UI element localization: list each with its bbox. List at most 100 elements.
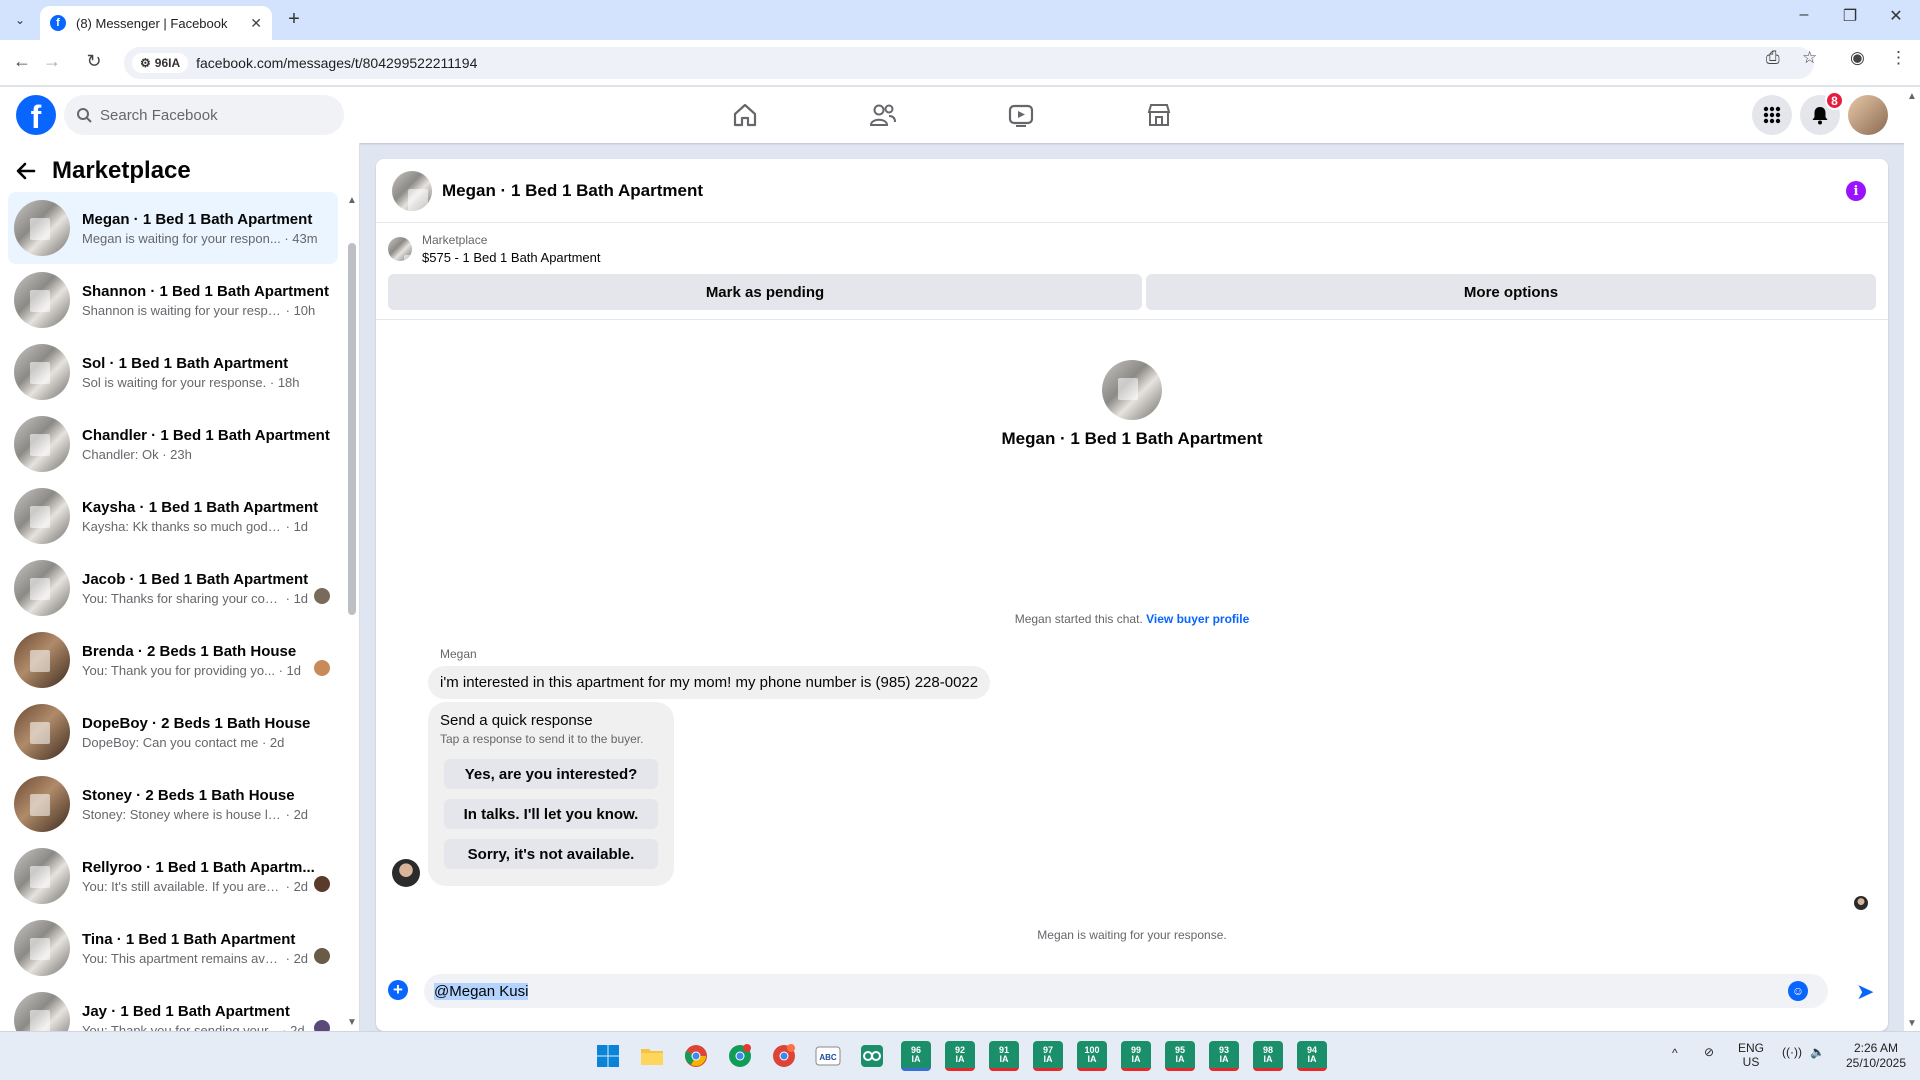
search-input[interactable]: Search Facebook	[64, 95, 344, 135]
clock[interactable]: 2:26 AM 25/10/2025	[1836, 1041, 1916, 1071]
mark-as-pending-button[interactable]: Mark as pending	[388, 274, 1142, 310]
taskbar-app-97ia[interactable]: 97 IA	[1033, 1041, 1063, 1071]
browser-menu-icon[interactable]: ⋮	[1890, 48, 1907, 68]
conversation-item[interactable]: Stoney · 2 Beds 1 Bath House Stoney: Sto…	[8, 768, 338, 840]
page-scrollbar[interactable]: ▲ ▼	[1904, 87, 1920, 1031]
account-avatar[interactable]	[1848, 95, 1888, 135]
conversation-item[interactable]: Brenda · 2 Beds 1 Bath House You: Thank …	[8, 624, 338, 696]
chrome-profile-icon[interactable]	[725, 1041, 755, 1071]
taskbar-app-100ia[interactable]: 100 IA	[1077, 1041, 1107, 1071]
video-icon[interactable]	[1005, 99, 1037, 131]
back-button[interactable]: ←	[10, 51, 34, 72]
minimize-button[interactable]: –	[1782, 6, 1826, 24]
seen-avatar	[314, 876, 330, 892]
conversation-item[interactable]: Megan · 1 Bed 1 Bath Apartment Megan is …	[8, 192, 338, 264]
notification-off-icon[interactable]: ⊘	[1704, 1045, 1714, 1059]
seen-avatar	[314, 1020, 330, 1031]
sender-avatar[interactable]	[392, 859, 420, 887]
app-icon[interactable]	[857, 1041, 887, 1071]
install-app-icon[interactable]: ⎙	[1766, 48, 1780, 68]
taskbar-app-94ia[interactable]: 94 IA	[1297, 1041, 1327, 1071]
conversation-title: Rellyroo · 1 Bed 1 Bath Apartm...	[82, 858, 315, 876]
listing-thumbnail	[14, 632, 70, 688]
windows-start-icon[interactable]	[593, 1041, 623, 1071]
browser-tab[interactable]: f (8) Messenger | Facebook ✕	[40, 6, 272, 40]
taskbar-app-96ia[interactable]: 96 IA	[901, 1041, 931, 1071]
add-attachment-icon[interactable]: +	[388, 980, 408, 1000]
bookmark-star-icon[interactable]: ☆	[1802, 48, 1817, 68]
marketplace-listing-info[interactable]: Marketplace $575 - 1 Bed 1 Bath Apartmen…	[388, 233, 601, 265]
conversation-item[interactable]: Tina · 1 Bed 1 Bath Apartment You: This …	[8, 912, 338, 984]
taskbar-app-93ia[interactable]: 93 IA	[1209, 1041, 1239, 1071]
scrollbar-thumb[interactable]	[348, 243, 356, 615]
quick-response-button[interactable]: Yes, are you interested?	[444, 759, 658, 789]
quick-response-title: Send a quick response	[440, 712, 593, 729]
view-buyer-profile-link[interactable]: View buyer profile	[1146, 612, 1249, 626]
listing-title: $575 - 1 Bed 1 Bath Apartment	[422, 250, 601, 265]
conversation-time: · 23h	[162, 446, 192, 462]
quick-response-button[interactable]: Sorry, it's not available.	[444, 839, 658, 869]
conversation-item[interactable]: Jay · 1 Bed 1 Bath Apartment You: Thank …	[8, 984, 338, 1031]
more-options-button[interactable]: More options	[1146, 274, 1876, 310]
conversation-item[interactable]: Shannon · 1 Bed 1 Bath Apartment Shannon…	[8, 264, 338, 336]
seen-avatar	[314, 588, 330, 604]
facebook-logo-icon[interactable]: f	[16, 95, 56, 135]
tray-overflow-icon[interactable]: ^	[1672, 1046, 1678, 1060]
back-arrow-icon[interactable]	[16, 161, 36, 181]
info-icon[interactable]: i	[1846, 181, 1866, 201]
taskbar-app-98ia[interactable]: 98 IA	[1253, 1041, 1283, 1071]
send-icon[interactable]: ➤	[1856, 979, 1874, 1005]
marketplace-icon[interactable]	[1143, 99, 1175, 131]
conversation-preview: DopeBoy: Can you contact me	[82, 734, 259, 750]
scroll-down-arrow[interactable]: ▼	[1907, 1018, 1917, 1029]
wifi-icon[interactable]: ((·))	[1782, 1045, 1802, 1059]
conversation-item[interactable]: Chandler · 1 Bed 1 Bath Apartment Chandl…	[8, 408, 338, 480]
home-icon[interactable]	[729, 99, 761, 131]
taskbar-app-91ia[interactable]: 91 IA	[989, 1041, 1019, 1071]
emoji-icon[interactable]: ☺	[1788, 981, 1808, 1001]
listing-thumbnail	[14, 200, 70, 256]
scroll-down-arrow[interactable]: ▼	[347, 1017, 357, 1028]
chrome-profile-icon[interactable]	[769, 1041, 799, 1071]
reload-button[interactable]: ↻	[82, 51, 106, 72]
volume-icon[interactable]: 🔈	[1810, 1045, 1825, 1059]
profile-avatar[interactable]	[1102, 360, 1162, 420]
conversation-item[interactable]: DopeBoy · 2 Beds 1 Bath House DopeBoy: C…	[8, 696, 338, 768]
facebook-header: f Search Facebook 8	[0, 87, 1920, 143]
conversation-item[interactable]: Sol · 1 Bed 1 Bath Apartment Sol is wait…	[8, 336, 338, 408]
chrome-icon[interactable]	[681, 1041, 711, 1071]
conversation-item[interactable]: Rellyroo · 1 Bed 1 Bath Apartm... You: I…	[8, 840, 338, 912]
profile-icon[interactable]: ◉	[1850, 48, 1865, 68]
menu-grid-icon[interactable]	[1752, 95, 1792, 135]
chat-title[interactable]: Megan · 1 Bed 1 Bath Apartment	[442, 181, 703, 201]
tab-search-button[interactable]: ⌄	[8, 8, 32, 32]
friends-icon[interactable]	[867, 99, 899, 131]
site-info-chip[interactable]: ⚙ 96IA	[132, 53, 189, 73]
close-tab-icon[interactable]: ✕	[250, 15, 262, 32]
conversation-item[interactable]: Jacob · 1 Bed 1 Bath Apartment You: Than…	[8, 552, 338, 624]
message-input[interactable]: @Megan Kusi ☺	[424, 974, 1828, 1008]
language-indicator[interactable]: ENG US	[1738, 1041, 1764, 1069]
address-bar[interactable]: ⚙ 96IA facebook.com/messages/t/8042995222…	[124, 47, 1814, 79]
marketplace-conversation-panel: Marketplace Megan · 1 Bed 1 Bath Apartme…	[0, 143, 360, 1031]
scroll-up-arrow[interactable]: ▲	[347, 195, 357, 206]
file-explorer-icon[interactable]	[637, 1041, 667, 1071]
restore-button[interactable]: ❐	[1828, 6, 1872, 26]
notifications-button[interactable]: 8	[1800, 91, 1844, 135]
taskbar-app-92ia[interactable]: 92 IA	[945, 1041, 975, 1071]
taskbar-app-95ia[interactable]: 95 IA	[1165, 1041, 1195, 1071]
quick-response-button[interactable]: In talks. I'll let you know.	[444, 799, 658, 829]
scroll-up-arrow[interactable]: ▲	[1907, 91, 1917, 102]
conversation-item[interactable]: Kaysha · 1 Bed 1 Bath Apartment Kaysha: …	[8, 480, 338, 552]
message-bubble[interactable]: i'm interested in this apartment for my …	[428, 666, 991, 699]
app-icon[interactable]: ABC	[813, 1041, 843, 1071]
browser-tab-bar: ⌄ f (8) Messenger | Facebook ✕ + – ❐ ✕	[0, 0, 1920, 40]
forward-button[interactable]: →	[40, 51, 64, 72]
close-window-button[interactable]: ✕	[1874, 6, 1918, 26]
conversation-title: Stoney · 2 Beds 1 Bath House	[82, 786, 295, 804]
chat-avatar[interactable]	[392, 170, 432, 211]
taskbar-app-99ia[interactable]: 99 IA	[1121, 1041, 1151, 1071]
profile-name: Megan · 1 Bed 1 Bath Apartment	[1001, 429, 1263, 448]
new-tab-button[interactable]: +	[282, 8, 306, 31]
listing-thumbnail	[14, 848, 70, 904]
